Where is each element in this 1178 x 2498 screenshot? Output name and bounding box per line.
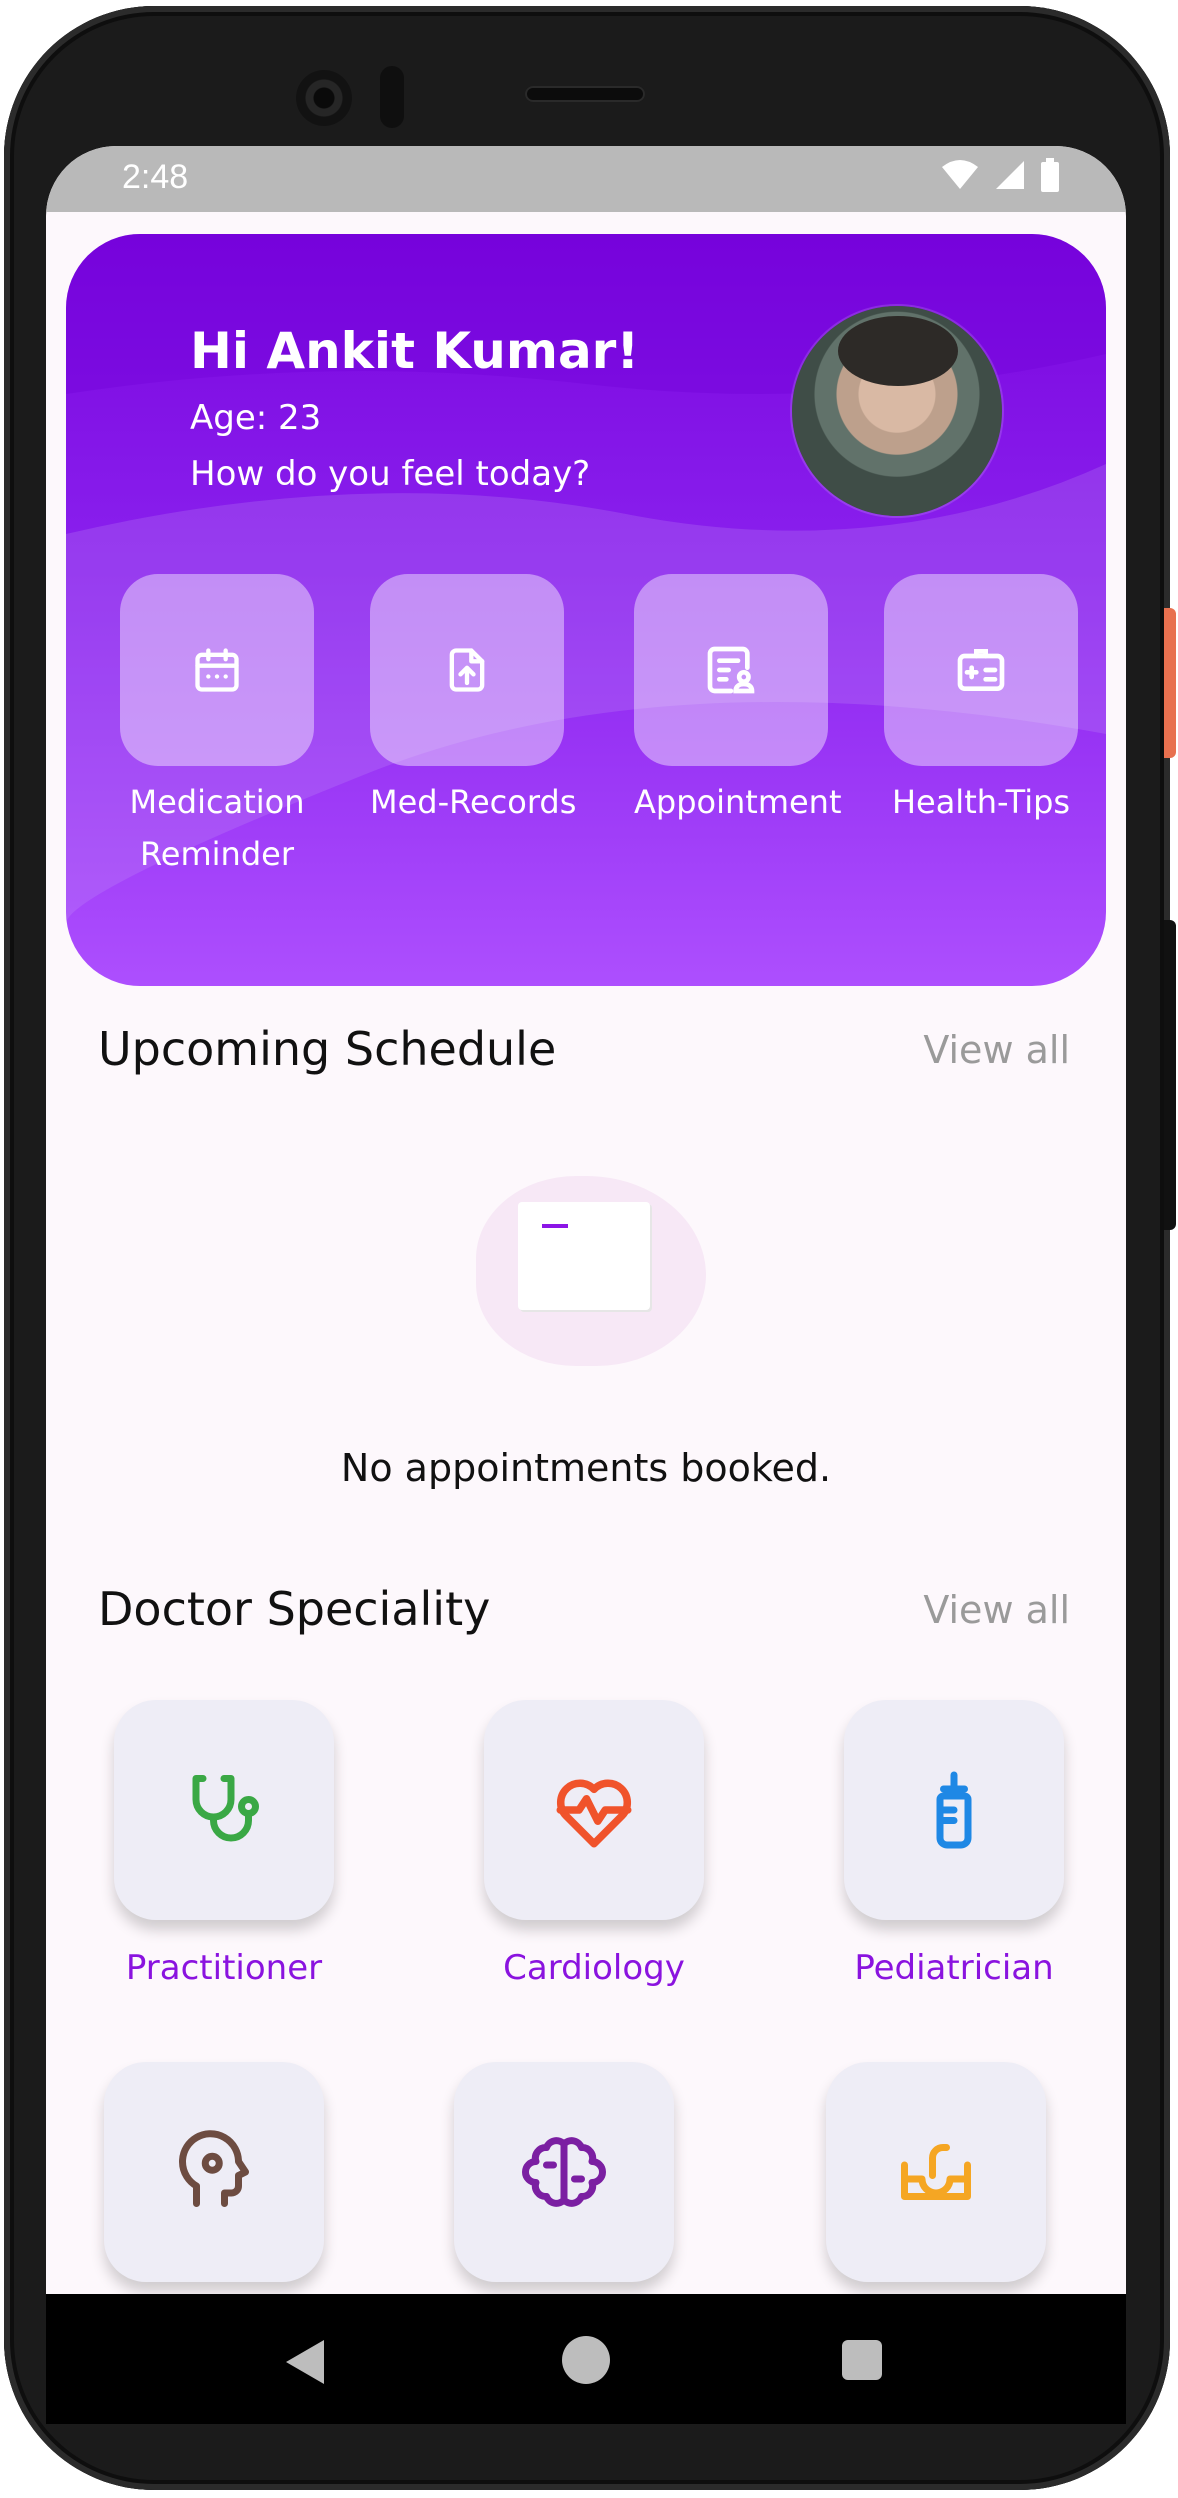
greeting-question: How do you feel today?	[190, 454, 591, 494]
speciality-tile[interactable]	[844, 1700, 1064, 1920]
file-upload-icon	[449, 648, 485, 692]
home-icon[interactable]	[562, 2336, 610, 2384]
skin-icon	[901, 2144, 971, 2200]
empty-document-icon	[518, 1202, 650, 1310]
speciality-tile[interactable]	[454, 2062, 674, 2282]
status-icons	[940, 158, 1060, 192]
recents-icon[interactable]	[842, 2340, 882, 2380]
no-appointments-message: No appointments booked.	[340, 1446, 832, 1490]
speciality-cardiology[interactable]: Cardiology	[484, 1700, 704, 1988]
quick-action-appointment[interactable]: Appointment	[634, 574, 842, 828]
brain-icon	[522, 2137, 606, 2207]
greeting-block: Hi Ankit Kumar! Age: 23 How do you feel …	[190, 322, 639, 494]
signal-icon	[996, 161, 1024, 189]
quick-tile[interactable]	[884, 574, 1078, 766]
volume-button	[1164, 920, 1176, 1230]
back-icon[interactable]	[286, 2340, 324, 2384]
speciality-tile[interactable]	[114, 1700, 334, 1920]
quick-action-medication-reminder[interactable]: Medication Reminder	[120, 574, 314, 880]
wifi-icon	[942, 160, 978, 189]
baby-bottle-icon	[936, 1771, 972, 1849]
quick-tile[interactable]	[120, 574, 314, 766]
schedule-view-all-link[interactable]: View all	[923, 1028, 1070, 1072]
doctor-speciality-title: Doctor Speciality	[98, 1582, 491, 1636]
speciality-label: Practitioner	[125, 1948, 323, 1988]
app-screen: 2:48 Hi Ankit Kumar! Age: 23 How do you …	[46, 146, 1126, 2294]
header-card: Hi Ankit Kumar! Age: 23 How do you feel …	[66, 234, 1106, 986]
avatar[interactable]	[792, 306, 1002, 516]
appointment-icon	[707, 646, 755, 694]
speciality-label: Pediatrician	[854, 1948, 1054, 1988]
speciality-tile[interactable]	[826, 2062, 1046, 2282]
quick-label: Medication Reminder	[129, 783, 305, 873]
greeting-title: Hi Ankit Kumar!	[190, 322, 640, 380]
quick-tile[interactable]	[634, 574, 828, 766]
speciality-label: Cardiology	[503, 1948, 685, 1988]
speciality-psychiatry[interactable]	[104, 2062, 324, 2294]
stethoscope-icon	[192, 1775, 259, 1842]
speciality-pediatrician[interactable]: Pediatrician	[844, 1700, 1064, 1988]
speciality-view-all-link[interactable]: View all	[923, 1588, 1070, 1632]
heartbeat-icon	[556, 1779, 632, 1848]
medical-id-icon	[957, 649, 1005, 691]
status-bar: 2:48	[46, 146, 1126, 212]
navigation-bar	[46, 2294, 1126, 2424]
status-time: 2:48	[122, 158, 189, 196]
speciality-practitioner[interactable]: Practitioner	[114, 1700, 334, 1988]
user-age: Age: 23	[190, 398, 322, 438]
quick-label: Med-Records	[370, 783, 577, 821]
speciality-neurology[interactable]	[454, 2062, 674, 2294]
head-gear-icon	[179, 2130, 249, 2207]
quick-label: Health-Tips	[891, 783, 1071, 821]
quick-action-health-tips[interactable]: Health-Tips	[884, 574, 1078, 828]
quick-action-med-records[interactable]: Med-Records	[370, 574, 577, 828]
speciality-tile[interactable]	[104, 2062, 324, 2282]
quick-label: Appointment	[634, 783, 842, 821]
proximity-sensor	[380, 66, 404, 128]
battery-icon	[1041, 158, 1059, 192]
empty-document-mark	[542, 1224, 568, 1228]
calendar-icon	[195, 648, 239, 692]
speciality-tile[interactable]	[484, 1700, 704, 1920]
power-button	[1164, 608, 1176, 758]
speciality-dermatology[interactable]	[826, 2062, 1046, 2294]
earpiece-speaker	[525, 86, 645, 102]
front-camera	[296, 70, 352, 126]
quick-tile[interactable]	[370, 574, 564, 766]
upcoming-schedule-title: Upcoming Schedule	[98, 1022, 557, 1076]
